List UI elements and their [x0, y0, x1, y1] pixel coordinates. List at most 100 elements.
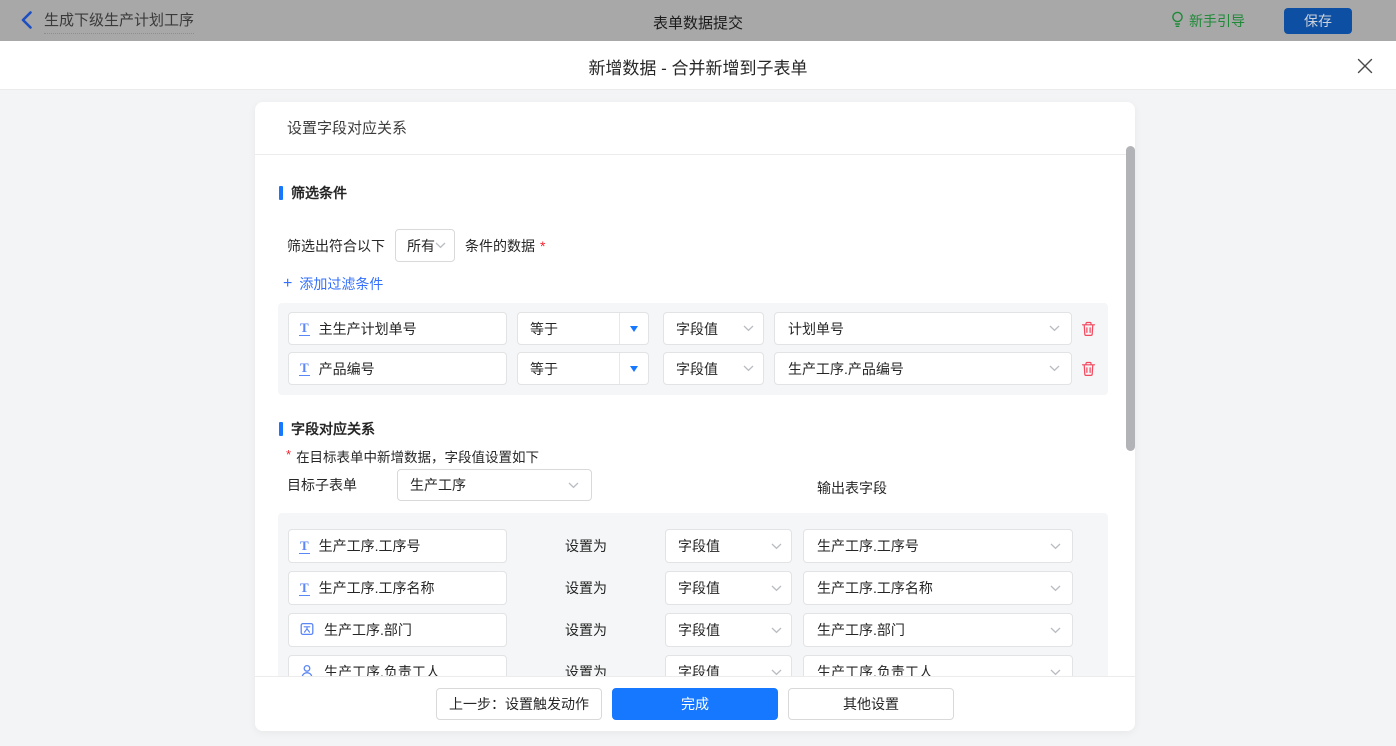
chevron-down-icon	[1050, 669, 1061, 676]
target-subform-label: 目标子表单	[287, 475, 357, 495]
set-to-label: 设置为	[507, 662, 665, 676]
modal-body: 设置字段对应关系 筛选条件 筛选出符合以下 所有 条件的数据 *	[0, 90, 1396, 746]
mapping-field-label: 生产工序.工序号	[319, 536, 421, 556]
target-subform-row: 目标子表单 生产工序	[287, 469, 592, 501]
chevron-down-icon	[568, 482, 579, 489]
mapping-note-text: 在目标表单中新增数据，字段值设置如下	[296, 446, 539, 466]
mapping-section-label: 字段对应关系	[291, 419, 375, 439]
filter-value-select[interactable]: 生产工序.产品编号	[774, 352, 1072, 385]
operator-value: 等于	[518, 359, 619, 379]
modal-footer: 上一步：设置触发动作 完成 其他设置	[255, 676, 1135, 731]
caret-down-icon	[619, 353, 648, 384]
previous-step-button[interactable]: 上一步：设置触发动作	[436, 688, 602, 720]
delete-condition-icon[interactable]	[1081, 320, 1097, 337]
filter-intro-prefix: 筛选出符合以下	[287, 236, 385, 256]
value-type-label: 字段值	[676, 359, 718, 379]
filter-row: T 产品编号 等于 字段值 生产工序.产品编号	[288, 352, 1098, 385]
match-mode-value: 所有	[407, 236, 435, 256]
page: 生成下级生产计划工序 表单数据提交 新手引导 保存 新增数据 - 合并新增到子表…	[0, 0, 1396, 746]
mapping-field-label: 生产工序.部门	[324, 620, 412, 640]
value-type-select[interactable]: 字段值	[665, 571, 792, 605]
chevron-down-icon	[771, 669, 782, 676]
target-subform-select[interactable]: 生产工序	[397, 469, 592, 501]
user-field-icon	[299, 663, 315, 677]
output-field-label: 生产工序.负责工人	[817, 662, 933, 676]
chevron-down-icon	[1049, 365, 1060, 372]
value-type-label: 字段值	[678, 662, 720, 676]
mapping-field[interactable]: T 生产工序.工序名称	[288, 571, 507, 605]
top-app-bar: 生成下级生产计划工序 表单数据提交 新手引导 保存	[0, 0, 1396, 41]
scrollbar[interactable]	[1126, 146, 1135, 451]
card-title: 设置字段对应关系	[255, 102, 1135, 155]
required-mark: *	[540, 238, 545, 254]
filter-section-title: 筛选条件	[279, 183, 347, 203]
output-field-select[interactable]: 生产工序.工序号	[803, 529, 1073, 563]
mapping-field-label: 生产工序.负责工人	[324, 662, 440, 676]
output-field-label: 生产工序.工序名称	[817, 578, 933, 598]
filter-row: T 主生产计划单号 等于 字段值 计划单号	[288, 312, 1098, 345]
mapping-note: * 在目标表单中新增数据，字段值设置如下	[286, 446, 539, 466]
mapping-row: 生产工序.负责工人 设置为 字段值 生产工序.负责工人	[288, 655, 1098, 676]
text-field-icon: T	[299, 581, 310, 596]
chevron-down-icon	[1049, 325, 1060, 332]
modal-header: 新增数据 - 合并新增到子表单	[0, 41, 1396, 90]
value-type-select[interactable]: 字段值	[663, 312, 764, 345]
guide-label: 新手引导	[1189, 11, 1245, 31]
text-field-icon: T	[299, 539, 310, 554]
plus-icon: +	[283, 277, 292, 291]
mapping-row: T 生产工序.工序名称 设置为 字段值 生产工序.工序名称	[288, 571, 1098, 605]
section-accent-bar	[279, 422, 283, 436]
chevron-down-icon	[1050, 543, 1061, 550]
set-to-label: 设置为	[507, 620, 665, 640]
mapping-field[interactable]: 生产工序.部门	[288, 613, 507, 647]
topbar-actions: 新手引导 保存	[1171, 0, 1352, 41]
chevron-down-icon	[743, 365, 754, 372]
finish-button[interactable]: 完成	[612, 688, 778, 720]
operator-select[interactable]: 等于	[517, 352, 649, 385]
filter-field-select[interactable]: T 产品编号	[288, 352, 507, 385]
value-type-select[interactable]: 字段值	[665, 613, 792, 647]
operator-value: 等于	[518, 319, 619, 339]
mapping-field[interactable]: 生产工序.负责工人	[288, 655, 507, 676]
value-type-select[interactable]: 字段值	[665, 529, 792, 563]
value-type-select[interactable]: 字段值	[665, 655, 792, 676]
chevron-down-icon	[771, 585, 782, 592]
filter-conditions-group: T 主生产计划单号 等于 字段值 计划单号	[278, 303, 1108, 395]
operator-select[interactable]: 等于	[517, 312, 649, 345]
value-type-label: 字段值	[678, 536, 720, 556]
output-field-select[interactable]: 生产工序.部门	[803, 613, 1073, 647]
add-filter-condition-link[interactable]: + 添加过滤条件	[283, 274, 383, 294]
lightbulb-icon	[1171, 11, 1184, 31]
filter-field-label: 产品编号	[319, 359, 375, 379]
match-mode-select[interactable]: 所有	[395, 229, 455, 262]
output-field-select[interactable]: 生产工序.工序名称	[803, 571, 1073, 605]
filter-field-label: 主生产计划单号	[319, 319, 417, 339]
output-field-label: 生产工序.部门	[817, 620, 905, 640]
delete-condition-icon[interactable]	[1081, 360, 1097, 377]
mapping-field[interactable]: T 生产工序.工序号	[288, 529, 507, 563]
output-fields-header: 输出表字段	[817, 478, 887, 498]
mapping-section-title: 字段对应关系	[279, 419, 375, 439]
settings-card: 设置字段对应关系 筛选条件 筛选出符合以下 所有 条件的数据 *	[255, 102, 1135, 731]
filter-value-label: 生产工序.产品编号	[788, 359, 904, 379]
field-mapping-group: T 生产工序.工序号 设置为 字段值 生产工序.工序号	[278, 513, 1108, 676]
modal-title: 新增数据 - 合并新增到子表单	[0, 54, 1396, 79]
value-type-select[interactable]: 字段值	[663, 352, 764, 385]
chevron-down-icon	[743, 325, 754, 332]
other-settings-button[interactable]: 其他设置	[788, 688, 954, 720]
text-field-icon: T	[299, 321, 310, 336]
output-field-select[interactable]: 生产工序.负责工人	[803, 655, 1073, 676]
mapping-row: T 生产工序.工序号 设置为 字段值 生产工序.工序号	[288, 529, 1098, 563]
set-to-label: 设置为	[507, 578, 665, 598]
add-filter-label: 添加过滤条件	[299, 274, 383, 294]
caret-down-icon	[619, 313, 648, 344]
set-to-label: 设置为	[507, 536, 665, 556]
value-type-label: 字段值	[678, 578, 720, 598]
beginner-guide-link[interactable]: 新手引导	[1171, 11, 1245, 31]
close-icon[interactable]	[1356, 57, 1374, 75]
filter-field-select[interactable]: T 主生产计划单号	[288, 312, 507, 345]
chevron-down-icon	[435, 242, 446, 249]
filter-value-select[interactable]: 计划单号	[774, 312, 1072, 345]
save-button[interactable]: 保存	[1284, 8, 1352, 34]
filter-section-label: 筛选条件	[291, 183, 347, 203]
